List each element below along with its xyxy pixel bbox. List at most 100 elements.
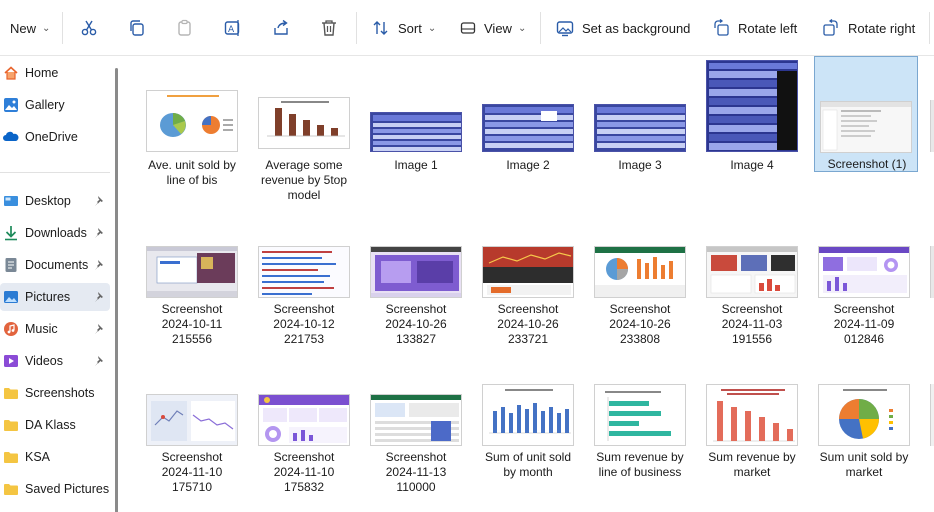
music-icon <box>3 321 19 337</box>
sidebar-item-label: Music <box>25 322 58 336</box>
sidebar-item-documents[interactable]: Documents <box>0 251 110 279</box>
sidebar-item-pictures[interactable]: Pictures <box>0 283 110 311</box>
sidebar-item-gallery[interactable]: Gallery <box>0 91 110 119</box>
file-item[interactable]: Image 1 <box>366 60 466 200</box>
set-as-background-label: Set as background <box>582 20 691 36</box>
file-item[interactable]: Screenshot 2024-11-09 012846 <box>814 240 914 380</box>
sidebar-item-label: OneDrive <box>25 130 78 144</box>
file-name: Image 2 <box>506 158 550 172</box>
pin-icon <box>95 260 103 270</box>
sidebar-item-ksa[interactable]: KSA <box>0 443 110 471</box>
thumbnail <box>258 97 350 149</box>
file-item[interactable]: Image 4 <box>702 60 802 200</box>
file-item[interactable]: Sum unit sold by market <box>814 384 914 512</box>
rotate-left-button[interactable]: Rotate left <box>712 8 797 48</box>
folder-icon <box>3 417 19 433</box>
file-item[interactable]: Screenshot 2024-10-26 233808 <box>590 240 690 380</box>
new-button[interactable]: New ⌄ <box>10 8 50 48</box>
delete-button[interactable] <box>320 8 338 48</box>
sidebar-item-label: Saved Pictures <box>25 482 110 496</box>
sidebar-item-label: Documents <box>25 258 89 272</box>
file-name: Screenshot 2024-11-03 191556 <box>721 302 783 346</box>
file-item[interactable]: Screenshot 2024-11-10 175710 <box>142 386 242 512</box>
thumbnail <box>706 246 798 298</box>
sidebar-item-label: Pictures <box>25 290 71 304</box>
downloads-icon <box>3 225 19 241</box>
file-item[interactable]: Screenshot 2024-10-11 215556 <box>142 240 242 380</box>
share-button[interactable] <box>272 8 290 48</box>
file-name: Screenshot 2024-11-10 175832 <box>273 450 335 494</box>
view-button[interactable]: View ⌄ <box>460 8 526 48</box>
folder-icon <box>3 481 19 497</box>
pin-icon <box>95 324 103 334</box>
sidebar-scrollbar[interactable] <box>115 68 118 512</box>
toolbar-divider <box>540 12 541 44</box>
sidebar-item-label: Desktop <box>25 194 71 208</box>
folder-icon <box>3 449 19 465</box>
sidebar-item-home[interactable]: Home <box>0 59 110 87</box>
rotate-right-button[interactable]: Rotate right <box>822 8 915 48</box>
sidebar-item-screenshots[interactable]: Screenshots <box>0 379 110 407</box>
rotate-left-label: Rotate left <box>738 20 798 36</box>
file-name: Sum revenue by line of business <box>596 450 684 479</box>
paste-icon <box>178 19 191 36</box>
documents-icon <box>3 257 19 273</box>
gallery-icon <box>3 97 19 113</box>
thumbnail <box>370 246 462 298</box>
sidebar-item-videos[interactable]: Videos <box>0 347 110 375</box>
folder-icon <box>3 385 19 401</box>
delete-icon <box>322 20 336 36</box>
file-item[interactable]: Screenshot 2024-10-12 221753 <box>254 240 354 380</box>
thumbnail <box>370 112 462 152</box>
rotate-right-label: Rotate right <box>848 20 916 36</box>
paste-button[interactable] <box>176 8 194 48</box>
clipped-thumbnail <box>930 246 934 298</box>
navigation-pane: Home Gallery OneDrive Desktop Downloads … <box>0 56 122 512</box>
file-item[interactable]: Screenshot 2024-11-10 175832 <box>254 386 354 512</box>
rename-icon: A <box>224 20 240 36</box>
cut-button[interactable] <box>80 8 98 48</box>
file-item[interactable]: Sum revenue by market <box>702 384 802 512</box>
file-item[interactable]: Sum revenue by line of business <box>590 384 690 512</box>
sort-button[interactable]: Sort ⌄ <box>372 8 436 48</box>
sort-label: Sort <box>398 20 422 36</box>
file-item[interactable]: Screenshot 2024-10-26 133827 <box>366 240 466 380</box>
sidebar-item-saved-pictures[interactable]: Saved Pictures <box>0 475 110 503</box>
home-icon <box>3 65 19 81</box>
sidebar-item-label: DA Klass <box>25 418 76 432</box>
copy-button[interactable] <box>128 8 146 48</box>
sidebar-item-onedrive[interactable]: OneDrive <box>0 123 110 151</box>
file-item[interactable]: Image 3 <box>590 60 690 200</box>
chevron-down-icon: ⌄ <box>42 22 51 34</box>
sidebar-item-da-klass[interactable]: DA Klass <box>0 411 110 439</box>
rename-button[interactable]: A <box>224 8 242 48</box>
onedrive-icon <box>3 129 19 145</box>
pin-icon <box>95 292 103 302</box>
file-name: Screenshot 2024-11-10 175710 <box>161 450 223 494</box>
file-name: Image 3 <box>618 158 662 172</box>
sort-icon <box>373 21 388 35</box>
file-item[interactable]: Screenshot 2024-10-26 233721 <box>478 240 578 380</box>
set-as-background-button[interactable]: Set as background <box>556 8 690 48</box>
sidebar-item-label: Videos <box>25 354 63 368</box>
sidebar-item-desktop[interactable]: Desktop <box>0 187 110 215</box>
file-grid: Ave. unit sold by line of bis Average som… <box>122 56 934 512</box>
file-item-selected[interactable]: Screenshot (1) <box>814 56 918 172</box>
sidebar-item-downloads[interactable]: Downloads <box>0 219 110 247</box>
sidebar-item-music[interactable]: Music <box>0 315 110 343</box>
toolbar-divider <box>62 12 63 44</box>
new-label: New <box>10 20 37 36</box>
file-item[interactable]: Screenshot 2024-11-13 110000 <box>366 386 466 512</box>
file-item[interactable]: Screenshot 2024-11-03 191556 <box>702 240 802 380</box>
chevron-down-icon: ⌄ <box>427 22 437 34</box>
file-item[interactable]: Average some revenue by 5top model <box>254 60 354 202</box>
file-item[interactable]: Ave. unit sold by line of bis <box>142 60 242 200</box>
file-name: Image 4 <box>730 158 774 172</box>
view-label: View <box>484 20 512 36</box>
file-item[interactable]: Image 2 <box>478 60 578 200</box>
desktop-icon <box>3 193 19 209</box>
file-item[interactable]: Sum of unit sold by month <box>478 384 578 512</box>
rotate-left-icon <box>714 19 729 36</box>
file-name: Sum revenue by market <box>708 450 796 479</box>
sidebar-item-label: Home <box>25 66 59 80</box>
